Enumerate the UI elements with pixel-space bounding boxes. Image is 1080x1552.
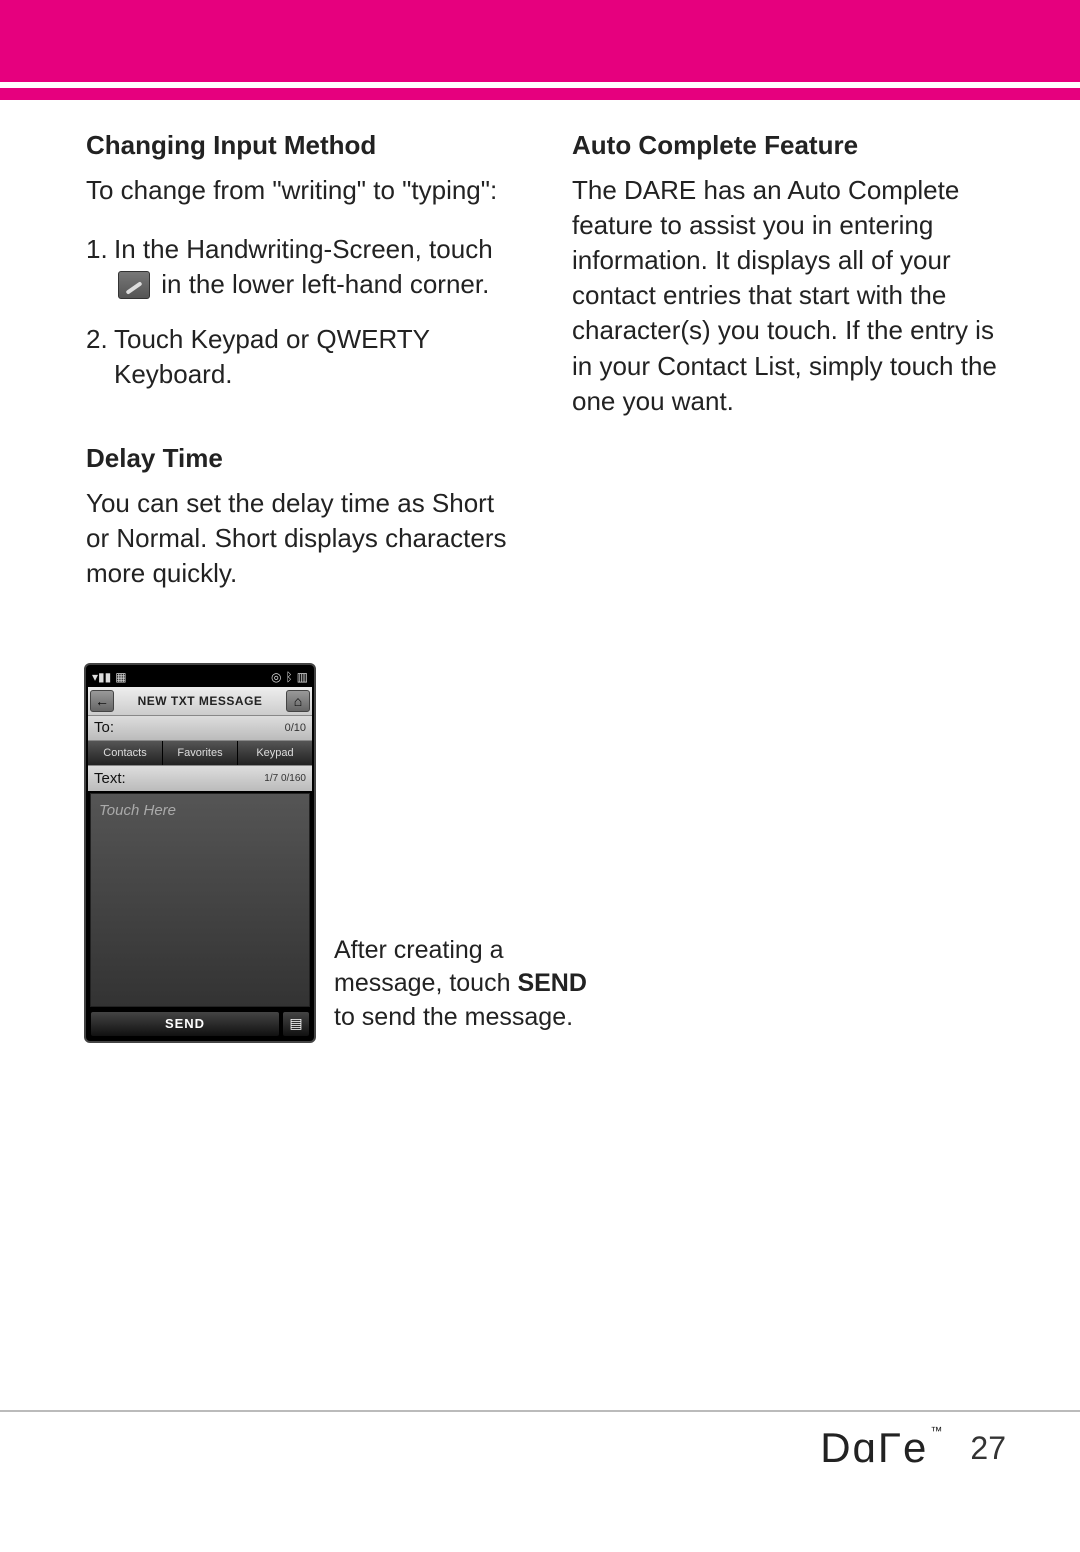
- caption-part2: to send the message.: [334, 1003, 573, 1031]
- heading-changing-input: Changing Input Method: [86, 128, 524, 163]
- send-bar: SEND ▤: [88, 1009, 312, 1039]
- text-input-area[interactable]: Touch Here: [90, 793, 310, 1007]
- back-button[interactable]: ←: [90, 690, 114, 712]
- text-label: Text:: [94, 770, 126, 787]
- delay-para: You can set the delay time as Short or N…: [86, 486, 524, 591]
- options-button[interactable]: ▤: [282, 1011, 310, 1037]
- tabs: Contacts Favorites Keypad: [88, 741, 312, 765]
- tab-contacts[interactable]: Contacts: [88, 741, 163, 765]
- to-count: 0/10: [285, 722, 306, 734]
- step-1-text: In the Handwriting-Screen, touch in the …: [114, 232, 524, 302]
- phone-row: ▾▮▮ ▦ ◎ ᛒ ▥ ← NEW TXT MESSAGE ⌂ To: 0/10…: [0, 663, 1080, 1043]
- home-button[interactable]: ⌂: [286, 690, 310, 712]
- signal-icon: ▾▮▮: [92, 670, 111, 684]
- caption-part1: After creating a message, touch: [334, 936, 517, 998]
- trademark: ™: [930, 1424, 944, 1438]
- left-column: Changing Input Method To change from "wr…: [86, 128, 524, 615]
- caption-bold: SEND: [517, 969, 586, 997]
- grid-icon: ▦: [115, 670, 126, 684]
- footer-divider: [0, 1410, 1080, 1412]
- step-1a: In the Handwriting-Screen, touch: [114, 234, 493, 264]
- step-2-text: Touch Keypad or QWERTY Keyboard.: [114, 322, 524, 392]
- step-1-number: 1.: [86, 232, 114, 302]
- target-icon: ◎: [271, 670, 281, 684]
- intro-para: To change from "writing" to "typing":: [86, 173, 524, 208]
- text-count: 1/7 0/160: [264, 773, 306, 784]
- page-number: 27: [970, 1430, 1006, 1467]
- tab-keypad[interactable]: Keypad: [238, 741, 312, 765]
- step-1: 1. In the Handwriting-Screen, touch in t…: [86, 232, 524, 302]
- logo-text: DɑΓe: [820, 1424, 928, 1471]
- content-columns: Changing Input Method To change from "wr…: [0, 100, 1080, 615]
- phone-mock: ▾▮▮ ▦ ◎ ᛒ ▥ ← NEW TXT MESSAGE ⌂ To: 0/10…: [84, 663, 316, 1043]
- step-1b: in the lower left-hand corner.: [161, 269, 489, 299]
- auto-complete-para: The DARE has an Auto Complete feature to…: [572, 173, 1010, 419]
- step-2-number: 2.: [86, 322, 114, 392]
- to-label: To:: [94, 719, 114, 736]
- to-row: To: 0/10: [88, 715, 312, 741]
- pencil-icon: [118, 271, 150, 299]
- dare-logo: DɑΓe™: [820, 1424, 944, 1472]
- bluetooth-icon: ᛒ: [285, 670, 292, 684]
- header-bar-thin: [0, 88, 1080, 100]
- heading-delay-time: Delay Time: [86, 441, 524, 476]
- heading-auto-complete: Auto Complete Feature: [572, 128, 1010, 163]
- title-bar: ← NEW TXT MESSAGE ⌂: [88, 687, 312, 715]
- footer: DɑΓe™ 27: [820, 1424, 1006, 1472]
- header-bar-top: [0, 0, 1080, 82]
- phone-caption: After creating a message, touch SEND to …: [334, 934, 594, 1043]
- text-row: Text: 1/7 0/160: [88, 765, 312, 791]
- screen-title: NEW TXT MESSAGE: [138, 694, 263, 708]
- send-button[interactable]: SEND: [90, 1011, 280, 1037]
- tab-favorites[interactable]: Favorites: [163, 741, 238, 765]
- battery-icon: ▥: [297, 670, 308, 684]
- right-column: Auto Complete Feature The DARE has an Au…: [572, 128, 1010, 615]
- step-2: 2. Touch Keypad or QWERTY Keyboard.: [86, 322, 524, 392]
- status-bar: ▾▮▮ ▦ ◎ ᛒ ▥: [88, 667, 312, 687]
